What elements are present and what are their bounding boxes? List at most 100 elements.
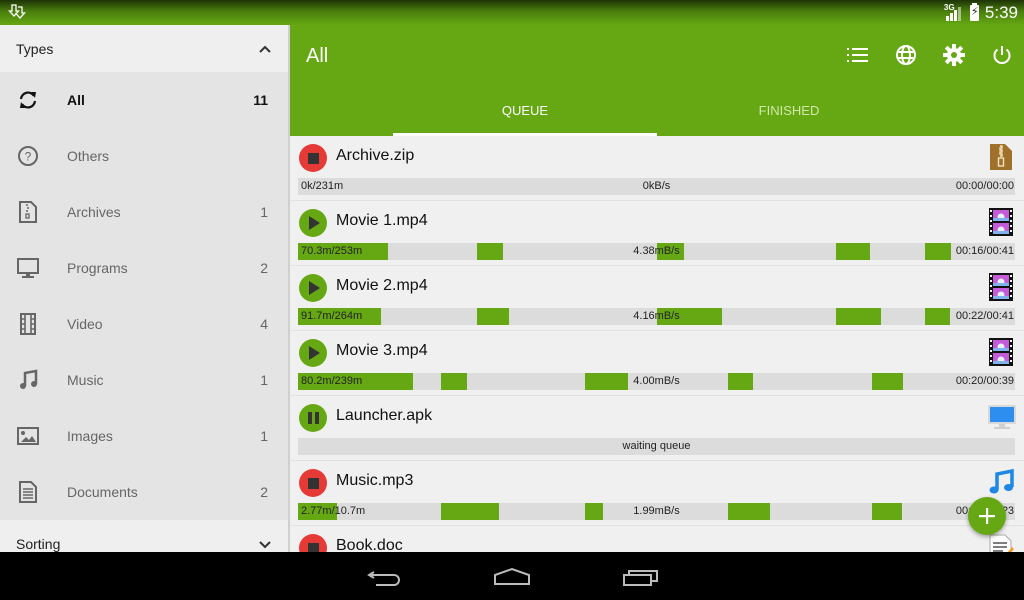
types-header-label: Types [16, 40, 54, 57]
speed-text: 4.16mB/s [633, 310, 680, 322]
battery-charging-icon: ⚡ [969, 3, 979, 21]
stop-icon [307, 542, 319, 552]
progress-bar: 80.2m/239m 4.00mB/s 00:20/00:39 [298, 373, 1015, 390]
tab-bar: QUEUE FINISHED [290, 88, 1024, 136]
progress-bar: 2.77m/10.7m1.99mB/s00:0?/00:?3 [298, 503, 1015, 520]
stop-icon [307, 152, 319, 164]
sidebar-item-count: 1 [260, 204, 268, 220]
image-icon [16, 424, 40, 448]
sidebar-item-count: 11 [253, 92, 268, 108]
sidebar-item-label: Archives [67, 204, 121, 220]
speed-text: 0kB/s [642, 180, 671, 192]
sidebar-item-count: 2 [260, 260, 268, 276]
time-text: 00:00/00:00 [955, 180, 1014, 192]
sidebar-item-label: Music [67, 372, 104, 388]
file-name: Movie 3.mp4 [336, 342, 428, 359]
chevron-up-icon [259, 45, 271, 53]
download-item[interactable]: Movie 3.mp4 80.2m/239m 4.00mB/s 00:20/00:39 [290, 331, 1024, 396]
progress-bar: 91.7m/264m 4.16mB/s 00:22/00:41 [298, 308, 1015, 325]
speed-text: 1.99mB/s [633, 505, 680, 517]
speed-text: 4.38mB/s [633, 245, 680, 257]
video-file-icon [988, 273, 1014, 301]
progress-bar: 0k/231m 0kB/s 00:00/00:00 [298, 178, 1015, 195]
status-text: waiting queue [622, 440, 691, 452]
zip-file-icon [988, 143, 1014, 171]
download-item[interactable]: Launcher.apk waiting queue [290, 396, 1024, 461]
video-file-icon [988, 208, 1014, 236]
file-name: Archive.zip [336, 147, 415, 164]
time-text: 00:22/00:41 [955, 310, 1014, 322]
play-icon [306, 216, 320, 230]
download-item[interactable]: Movie 2.mp4 91.7m/264m 4.16mB/s 00:22/00:41 [290, 266, 1024, 331]
plus-icon [979, 508, 995, 524]
music-note-icon [16, 368, 40, 392]
stop-button[interactable] [299, 534, 327, 552]
browser-button[interactable] [894, 43, 918, 67]
page-title: All [306, 45, 329, 67]
settings-icon [943, 44, 965, 66]
network-type: 3G [943, 3, 955, 12]
download-item[interactable]: Archive.zip 0k/231m 0kB/s 00:00/00:00 [290, 136, 1024, 201]
navigation-bar [0, 552, 1024, 600]
download-list: Archive.zip 0k/231m 0kB/s 00:00/00:00 Movie … [290, 136, 1024, 552]
speed-text: 4.00mB/s [633, 375, 680, 387]
sorting-header-label: Sorting [16, 535, 61, 552]
list-icon [847, 48, 868, 62]
exit-button[interactable] [990, 43, 1014, 67]
tab-queue[interactable]: QUEUE [393, 88, 657, 136]
sidebar-item-all[interactable]: All 11 [0, 72, 288, 128]
sidebar-item-others[interactable]: ? Others [0, 128, 288, 184]
globe-icon [896, 45, 916, 65]
sidebar-item-video[interactable]: Video 4 [0, 296, 288, 352]
program-file-icon [988, 403, 1016, 431]
pause-button[interactable] [299, 404, 327, 432]
sidebar-item-label: Programs [67, 260, 128, 276]
tab-finished[interactable]: FINISHED [657, 88, 921, 136]
video-file-icon [988, 338, 1014, 366]
list-view-button[interactable] [846, 43, 870, 67]
sidebar-item-label: Documents [67, 484, 138, 500]
sidebar-item-images[interactable]: Images 1 [0, 408, 288, 464]
recent-apps-icon[interactable] [621, 566, 661, 586]
time-text: 00:16/00:41 [955, 245, 1014, 257]
download-item[interactable]: Book.doc [290, 526, 1024, 552]
stop-button[interactable] [299, 469, 327, 497]
home-icon[interactable] [492, 566, 532, 586]
toolbar-actions [846, 43, 1014, 67]
sidebar-item-count: 2 [260, 484, 268, 500]
file-name: Movie 1.mp4 [336, 212, 428, 229]
play-button[interactable] [299, 339, 327, 367]
play-icon [306, 346, 320, 360]
file-name: Music.mp3 [336, 472, 414, 489]
play-button[interactable] [299, 209, 327, 237]
svg-text:?: ? [25, 150, 32, 164]
types-section-header[interactable]: Types [0, 25, 288, 72]
time-text: 00:20/00:39 [955, 375, 1014, 387]
download-item[interactable]: Music.mp3 2.77m/10.7m1.99mB/s00:0?/00:?3 [290, 461, 1024, 526]
progress-bar: 70.3m/253m 4.38mB/s 00:16/00:41 [298, 243, 1015, 260]
document-file-icon [988, 533, 1014, 552]
sidebar-item-label: Others [67, 148, 110, 164]
sidebar-item-label: All [67, 92, 85, 108]
file-name: Movie 2.mp4 [336, 277, 428, 294]
sidebar-item-programs[interactable]: Programs 2 [0, 240, 288, 296]
clock: 5:39 [984, 3, 1018, 22]
sidebar-item-music[interactable]: Music 1 [0, 352, 288, 408]
sidebar-item-count: 1 [260, 372, 268, 388]
settings-button[interactable] [942, 43, 966, 67]
sidebar-item-documents[interactable]: Documents 2 [0, 464, 288, 520]
signal-icon: 3G [943, 3, 964, 21]
sidebar-item-label: Video [67, 316, 103, 332]
music-file-icon [988, 468, 1014, 496]
sorting-section-header[interactable]: Sorting [0, 520, 288, 552]
sidebar-item-archives[interactable]: Archives 1 [0, 184, 288, 240]
download-item[interactable]: Movie 1.mp4 70.3m/253m 4.38mB/s 00:16/00:41 [290, 201, 1024, 266]
pause-icon [307, 412, 319, 424]
back-icon[interactable] [364, 566, 404, 586]
sidebar: Types All 11? Others Archives 1 Programs 2 Vide… [0, 25, 288, 552]
add-download-button[interactable] [968, 497, 1006, 535]
play-button[interactable] [299, 274, 327, 302]
stop-button[interactable] [299, 144, 327, 172]
sync-icon [16, 88, 40, 112]
sidebar-item-count: 1 [260, 428, 268, 444]
